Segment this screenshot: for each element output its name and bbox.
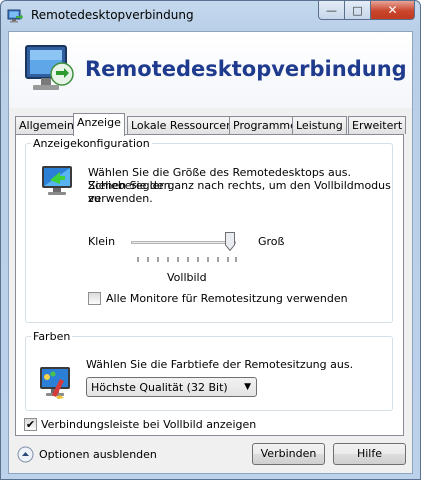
connection-bar-label[interactable]: Verbindungsleiste bei Vollbild anzeigen bbox=[41, 418, 256, 431]
color-depth-icon bbox=[40, 367, 70, 399]
window-title: Remotedesktopverbindung bbox=[31, 8, 194, 22]
slider-value-label: Vollbild bbox=[167, 271, 207, 284]
colors-group: Farben Wählen Sie die Farbtiefe der Remo… bbox=[25, 330, 393, 411]
colors-legend: Farben bbox=[33, 330, 71, 343]
minimize-button[interactable]: — bbox=[318, 1, 345, 20]
banner-title: Remotedesktopverbindung bbox=[85, 57, 407, 81]
all-monitors-label[interactable]: Alle Monitore für Remotesitzung verwende… bbox=[106, 292, 348, 305]
tab-lokale-ressourcen[interactable]: Lokale Ressourcen bbox=[127, 116, 238, 134]
tab-allgemein[interactable]: Allgemein bbox=[15, 116, 78, 134]
colors-description: Wählen Sie die Farbtiefe der Remotesitzu… bbox=[86, 358, 354, 371]
header-banner: Remotedesktopverbindung bbox=[9, 32, 412, 108]
tab-leistung[interactable]: Leistung bbox=[292, 116, 347, 134]
tab-anzeige[interactable]: Anzeige bbox=[73, 113, 125, 136]
collapse-options-icon[interactable] bbox=[17, 446, 34, 463]
close-button[interactable]: ✕ bbox=[371, 1, 415, 20]
connection-bar-checkbox[interactable]: ✔ bbox=[24, 418, 37, 431]
slider-max-label: Groß bbox=[258, 235, 285, 248]
slider-min-label: Klein bbox=[88, 235, 116, 248]
remote-desktop-window: Remotedesktopverbindung — □ ✕ Remotedesk… bbox=[0, 0, 421, 480]
help-button[interactable]: Hilfe bbox=[333, 443, 406, 465]
resolution-slider-thumb[interactable] bbox=[225, 232, 235, 251]
display-monitor-icon bbox=[42, 166, 72, 195]
resolution-slider-track[interactable] bbox=[131, 241, 236, 244]
tab-erweitert[interactable]: Erweitert bbox=[348, 116, 407, 134]
display-tab-panel: Anzeigekonfiguration Wählen Sie die Größ… bbox=[15, 134, 404, 436]
display-configuration-group: Anzeigekonfiguration Wählen Sie die Größ… bbox=[25, 137, 393, 323]
title-bar[interactable]: Remotedesktopverbindung — □ ✕ bbox=[1, 1, 420, 31]
hide-options-label[interactable]: Optionen ausblenden bbox=[39, 448, 157, 461]
slider-ticks bbox=[137, 257, 237, 262]
remote-desktop-app-icon bbox=[7, 9, 23, 23]
close-icon: ✕ bbox=[387, 3, 398, 17]
connect-button[interactable]: Verbinden bbox=[252, 443, 325, 465]
maximize-button[interactable]: □ bbox=[345, 1, 371, 20]
chevron-down-icon: ▼ bbox=[244, 382, 251, 392]
maximize-icon: □ bbox=[352, 3, 363, 17]
all-monitors-checkbox[interactable] bbox=[88, 292, 101, 305]
color-depth-select[interactable]: Höchste Qualität (32 Bit) ▼ bbox=[86, 377, 257, 397]
display-configuration-legend: Anzeigekonfiguration bbox=[33, 137, 150, 150]
color-depth-selected-value: Höchste Qualität (32 Bit) bbox=[91, 381, 228, 394]
remote-desktop-monitor-icon bbox=[25, 45, 74, 90]
tab-programme[interactable]: Programme bbox=[229, 116, 301, 134]
display-description-line3: verwenden. bbox=[88, 192, 153, 205]
dialog-client-area: Remotedesktopverbindung Allgemein Anzeig… bbox=[8, 31, 413, 474]
minimize-icon: — bbox=[326, 3, 337, 17]
